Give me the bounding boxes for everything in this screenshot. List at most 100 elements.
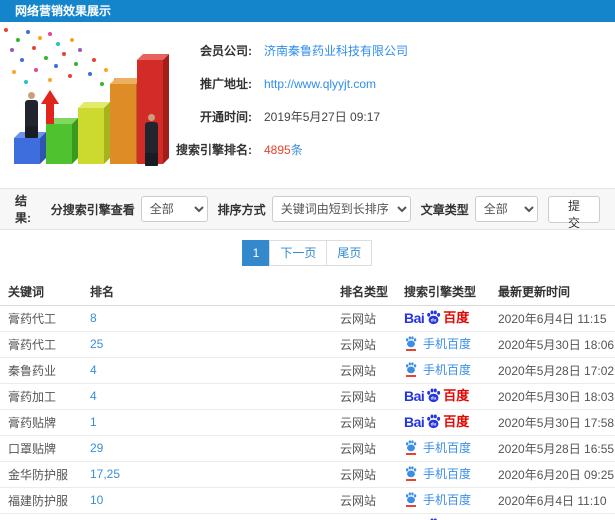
results-table-body: 膏药代工 8 云网站 Bai du 百度 2020年6月4日 11:15 膏药代工 … — [0, 305, 615, 520]
update-time-cell — [496, 513, 615, 520]
mobile-baidu-logo: 手机百度 — [404, 465, 471, 482]
chart-bar — [14, 138, 40, 164]
engine-type-cell: Bai du 百度 — [402, 409, 496, 436]
mobile-baidu-logo: 手机百度 — [404, 335, 471, 352]
engine-type-cell: 手机百度 — [402, 435, 496, 462]
open-time-label: 开通时间: — [200, 110, 252, 124]
businessman-figure — [24, 92, 39, 138]
rank-count-value: 4895条 — [264, 141, 303, 158]
keyword-cell: 膏药代工 — [0, 305, 88, 332]
rank-type-cell: 云网站 — [338, 383, 402, 410]
mobile-baidu-paw-icon — [404, 465, 418, 481]
table-row: 口罩贴牌 29 云网站 手机百度 2020年5月28日 16:55 — [0, 435, 615, 462]
member-info-section: 会员公司: 济南秦鲁药业科技有限公司 推广地址: http://www.qlyy… — [0, 22, 615, 182]
update-time-cell: 2020年6月4日 11:10 — [496, 487, 615, 514]
filter-bar: 结果: 分搜索引擎查看 全部 排序方式 关键词由短到长排序 文章类型 全部 提交 — [0, 188, 615, 230]
rank-count-label: 搜索引擎排名: — [176, 143, 252, 157]
open-time-value: 2019年5月27日 09:17 — [264, 110, 381, 124]
pagination-last-button[interactable]: 尾页 — [326, 240, 373, 266]
result-label: 结果: — [15, 194, 31, 225]
keyword-cell — [0, 513, 88, 520]
update-time-cell: 2020年5月30日 18:03 — [496, 383, 615, 410]
keyword-cell: 秦鲁药业 — [0, 357, 88, 384]
table-row: 福建防护服 10 云网站 手机百度 2020年6月4日 11:10 — [0, 487, 615, 514]
baidu-paw-icon: du — [425, 388, 442, 403]
baidu-logo: Bai du 百度 — [404, 413, 470, 430]
rank-type-cell: 云网站 — [338, 305, 402, 332]
chart-bar — [46, 124, 72, 164]
mobile-baidu-paw-icon — [404, 439, 418, 455]
svg-text:du: du — [431, 318, 437, 324]
mobile-baidu-paw-icon — [404, 361, 418, 377]
keyword-cell: 膏药代工 — [0, 331, 88, 358]
company-link[interactable]: 济南秦鲁药业科技有限公司 — [264, 42, 408, 59]
keyword-cell: 口罩贴牌 — [0, 435, 88, 462]
mobile-baidu-paw-icon — [404, 491, 418, 507]
keyword-cell: 金华防护服 — [0, 461, 88, 488]
rank-link[interactable]: 8 — [88, 305, 338, 332]
rank-link[interactable] — [88, 513, 338, 520]
window-titlebar: 网络营销效果展示 — [0, 0, 615, 22]
svg-text:du: du — [431, 422, 437, 428]
bar-chart-illustration — [4, 28, 172, 178]
rank-link[interactable]: 4 — [88, 357, 338, 384]
engine-type-cell: 手机百度 — [402, 461, 496, 488]
table-row: 膏药加工 4 云网站 Bai du 百度 2020年5月30日 18:03 — [0, 383, 615, 410]
mobile-baidu-logo: 手机百度 — [404, 491, 471, 508]
sort-filter-select[interactable]: 关键词由短到长排序 — [271, 196, 411, 222]
article-type-select[interactable]: 全部 — [474, 196, 538, 222]
rank-link[interactable]: 1 — [88, 409, 338, 436]
mobile-baidu-paw-icon — [404, 335, 418, 351]
rank-count-number: 4895 — [264, 143, 291, 157]
info-row-company: 会员公司: 济南秦鲁药业科技有限公司 — [160, 34, 605, 67]
baidu-paw-icon: du — [425, 414, 442, 429]
page-title: 网络营销效果展示 — [15, 4, 112, 18]
update-time-cell: 2020年5月30日 17:58 — [496, 409, 615, 436]
table-row: Baidu — [0, 513, 615, 520]
member-info-fields: 会员公司: 济南秦鲁药业科技有限公司 推广地址: http://www.qlyy… — [160, 34, 605, 166]
promo-url-link[interactable]: http://www.qlyyjt.com — [264, 77, 376, 91]
chart-bar — [78, 108, 104, 164]
table-row: 膏药代工 25 云网站 手机百度 2020年5月30日 18:06 — [0, 331, 615, 358]
rank-type-cell: 云网站 — [338, 409, 402, 436]
engine-filter-select[interactable]: 全部 — [140, 196, 208, 222]
update-time-cell: 2020年5月30日 18:06 — [496, 331, 615, 358]
mobile-baidu-logo: 手机百度 — [404, 439, 471, 456]
table-row: 膏药贴牌 1 云网站 Bai du 百度 2020年5月30日 17:58 — [0, 409, 615, 436]
baidu-logo: Bai du 百度 — [404, 309, 470, 326]
svg-text:du: du — [431, 396, 437, 402]
keyword-cell: 膏药贴牌 — [0, 409, 88, 436]
keyword-cell: 膏药加工 — [0, 383, 88, 410]
businessman-figure — [144, 114, 159, 166]
rank-link[interactable]: 4 — [88, 383, 338, 410]
submit-button[interactable]: 提交 — [547, 195, 601, 230]
header-keyword: 关键词 — [0, 278, 88, 306]
pagination-next-button[interactable]: 下一页 — [269, 240, 328, 266]
engine-type-cell: 手机百度 — [402, 357, 496, 384]
update-time-cell: 2020年5月28日 16:55 — [496, 435, 615, 462]
engine-type-cell: 手机百度 — [402, 487, 496, 514]
article-type-filter-label: 文章类型 — [420, 202, 469, 217]
pagination: 1 下一页 尾页 — [0, 230, 615, 278]
engine-type-cell: Bai du 百度 — [402, 383, 496, 410]
table-header-row: 关键词 排名 排名类型 搜索引擎类型 最新更新时间 — [0, 278, 615, 306]
rank-type-cell: 云网站 — [338, 331, 402, 358]
update-time-cell: 2020年6月4日 11:15 — [496, 305, 615, 332]
baidu-logo: Bai du 百度 — [404, 387, 470, 404]
rank-count-unit: 条 — [290, 143, 303, 157]
rank-link[interactable]: 25 — [88, 331, 338, 358]
info-row-rank-count: 搜索引擎排名: 4895条 — [160, 133, 605, 166]
chart-bar — [110, 84, 136, 164]
promo-url-label: 推广地址: — [200, 77, 252, 91]
rank-type-cell: 云网站 — [338, 461, 402, 488]
rank-link[interactable]: 17,25 — [88, 461, 338, 488]
rank-link[interactable]: 29 — [88, 435, 338, 462]
rank-type-cell: 云网站 — [338, 435, 402, 462]
update-time-cell: 2020年5月28日 17:02 — [496, 357, 615, 384]
pagination-page-1[interactable]: 1 — [241, 240, 271, 266]
engine-filter-label: 分搜索引擎查看 — [50, 202, 135, 217]
table-row: 金华防护服 17,25 云网站 手机百度 2020年6月20日 09:25 — [0, 461, 615, 488]
update-time-cell: 2020年6月20日 09:25 — [496, 461, 615, 488]
engine-type-cell: 手机百度 — [402, 331, 496, 358]
rank-link[interactable]: 10 — [88, 487, 338, 514]
